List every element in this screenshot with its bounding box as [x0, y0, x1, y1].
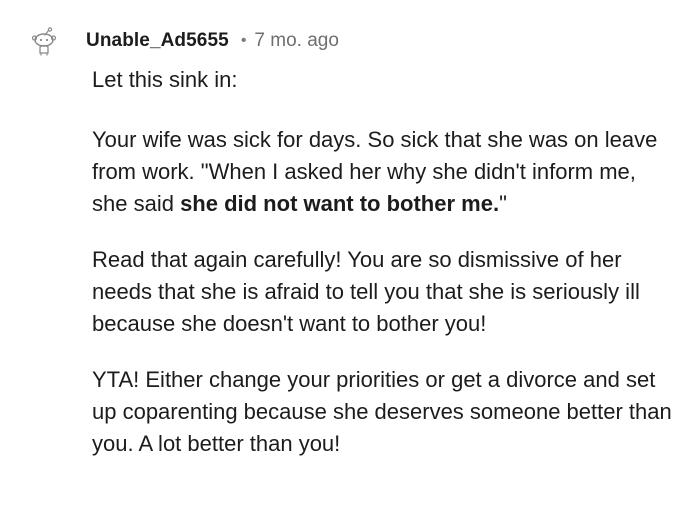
paragraph-text: YTA! Either change your priorities or ge… — [92, 367, 672, 456]
snoo-avatar-icon — [31, 27, 57, 56]
comment-meta: Unable_Ad5655 • 7 mo. ago — [86, 29, 339, 53]
paragraph-text: Let this sink in: — [92, 67, 238, 92]
paragraph-text: Read that again carefully! You are so di… — [92, 247, 640, 336]
bold-quote: she did not want to bother me. — [180, 191, 500, 216]
username-link[interactable]: Unable_Ad5655 — [86, 30, 229, 52]
comment-paragraph: Read that again carefully! You are so di… — [92, 244, 672, 340]
comment-timestamp[interactable]: 7 mo. ago — [254, 30, 339, 52]
comment-paragraph: YTA! Either change your priorities or ge… — [92, 364, 672, 460]
comment: Unable_Ad5655 • 7 mo. ago Let this sink … — [0, 0, 700, 509]
comment-body: Let this sink in: Your wife was sick for… — [92, 64, 672, 484]
paragraph-text: " — [499, 191, 507, 216]
comment-paragraph: Let this sink in: — [92, 64, 672, 96]
meta-separator: • — [240, 32, 247, 49]
comment-paragraph: Your wife was sick for days. So sick tha… — [92, 124, 672, 220]
user-avatar[interactable] — [30, 26, 60, 56]
